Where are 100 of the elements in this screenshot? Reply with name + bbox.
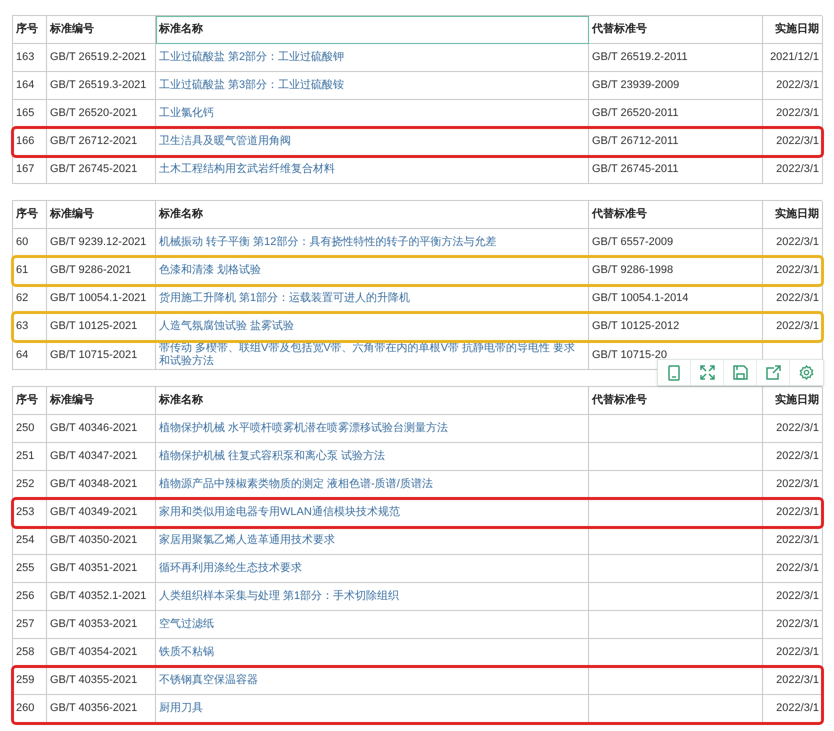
table-cell: GB/T 9239.12-2021 <box>47 229 156 257</box>
table-cell: 2022/3/1 <box>763 156 823 184</box>
table-cell: GB/T 23939-2009 <box>589 72 763 100</box>
header-cell: 标准名称 <box>156 387 589 415</box>
header-cell: 标准编号 <box>47 16 156 44</box>
header-cell: 序号 <box>13 201 47 229</box>
table-cell: 62 <box>13 285 47 313</box>
table-cell: GB/T 9286-2021 <box>47 257 156 285</box>
table-cell: 2022/3/1 <box>763 667 823 695</box>
standard-name-link[interactable]: 卫生洁具及暖气管道用角阀 <box>156 128 589 156</box>
table-cell: 2022/3/1 <box>763 415 823 443</box>
table-cell: GB/T 26519.2-2021 <box>47 44 156 72</box>
table-cell: GB/T 40352.1-2021 <box>47 583 156 611</box>
table-cell: GB/T 10054.1-2021 <box>47 285 156 313</box>
table-cell: GB/T 40351-2021 <box>47 555 156 583</box>
header-cell: 实施日期 <box>763 16 823 44</box>
header-cell: 实施日期 <box>763 387 823 415</box>
header-cell: 代替标准号 <box>589 16 763 44</box>
header-cell: 标准编号 <box>47 201 156 229</box>
table-cell: GB/T 40347-2021 <box>47 443 156 471</box>
table-cell: GB/T 9286-1998 <box>589 257 763 285</box>
table-cell: GB/T 26712-2021 <box>47 128 156 156</box>
table-cell: GB/T 40348-2021 <box>47 471 156 499</box>
table-cell: GB/T 10054.1-2014 <box>589 285 763 313</box>
table-cell: 2022/3/1 <box>763 611 823 639</box>
table-cell: GB/T 26520-2021 <box>47 100 156 128</box>
table-cell: 163 <box>13 44 47 72</box>
table-cell: 2022/3/1 <box>763 443 823 471</box>
standard-name-link[interactable]: 机械振动 转子平衡 第12部分：具有挠性特性的转子的平衡方法与允差 <box>156 229 589 257</box>
header-cell: 序号 <box>13 16 47 44</box>
table-cell: GB/T 26712-2011 <box>589 128 763 156</box>
table-cell: GB/T 10125-2012 <box>589 313 763 341</box>
table-cell: GB/T 40356-2021 <box>47 695 156 723</box>
header-cell: 标准编号 <box>47 387 156 415</box>
table-cell: 2022/3/1 <box>763 695 823 723</box>
table-cell: 2022/3/1 <box>763 583 823 611</box>
table-cell: 2022/3/1 <box>763 128 823 156</box>
header-cell: 序号 <box>13 387 47 415</box>
table-cell: 258 <box>13 639 47 667</box>
table-cell: GB/T 40354-2021 <box>47 639 156 667</box>
table-cell: 2022/3/1 <box>763 285 823 313</box>
table-cell: 2022/3/1 <box>763 313 823 341</box>
table-cell: 253 <box>13 499 47 527</box>
standard-name-link[interactable]: 家用和类似用途电器专用WLAN通信模块技术规范 <box>156 499 589 527</box>
table-cell: 164 <box>13 72 47 100</box>
standard-name-link[interactable]: 家居用聚氯乙烯人造革通用技术要求 <box>156 527 589 555</box>
table-cell: 256 <box>13 583 47 611</box>
standard-name-link[interactable]: 人造气氛腐蚀试验 盐雾试验 <box>156 313 589 341</box>
table-cell: GB/T 40349-2021 <box>47 499 156 527</box>
table-cell: 251 <box>13 443 47 471</box>
standard-name-link[interactable]: 铁质不粘锅 <box>156 639 589 667</box>
table-cell: GB/T 40350-2021 <box>47 527 156 555</box>
header-cell: 代替标准号 <box>589 201 763 229</box>
table-cell: 165 <box>13 100 47 128</box>
standard-name-link[interactable]: 循环再利用涤纶生态技术要求 <box>156 555 589 583</box>
table-cell: 255 <box>13 555 47 583</box>
table-cell: 61 <box>13 257 47 285</box>
table-cell: GB/T 40346-2021 <box>47 415 156 443</box>
standard-name-link[interactable]: 工业过硫酸盐 第3部分：工业过硫酸铵 <box>156 72 589 100</box>
table-cell: GB/T 40353-2021 <box>47 611 156 639</box>
table-cell: 166 <box>13 128 47 156</box>
table-cell: 2022/3/1 <box>763 72 823 100</box>
table-cell: 252 <box>13 471 47 499</box>
standard-name-link[interactable]: 植物保护机械 水平喷杆喷雾机潜在喷雾漂移试验台测量方法 <box>156 415 589 443</box>
table-cell: GB/T 26519.3-2021 <box>47 72 156 100</box>
header-cell: 标准名称 <box>156 201 589 229</box>
standard-name-link[interactable]: 工业过硫酸盐 第2部分：工业过硫酸钾 <box>156 44 589 72</box>
table-cell: GB/T 26520-2011 <box>589 100 763 128</box>
header-cell: 代替标准号 <box>589 387 763 415</box>
table-cell: GB/T 26519.2-2011 <box>589 44 763 72</box>
table-cell: 259 <box>13 667 47 695</box>
table-cell: 167 <box>13 156 47 184</box>
table-cell: GB/T 6557-2009 <box>589 229 763 257</box>
table-cell: 257 <box>13 611 47 639</box>
standard-name-link[interactable]: 人类组织样本采集与处理 第1部分：手术切除组织 <box>156 583 589 611</box>
standard-name-link[interactable]: 不锈钢真空保温容器 <box>156 667 589 695</box>
standard-name-link[interactable]: 工业氯化钙 <box>156 100 589 128</box>
standard-name-link[interactable]: 货用施工升降机 第1部分：运载装置可进人的升降机 <box>156 285 589 313</box>
standard-name-link[interactable]: 厨用刀具 <box>156 695 589 723</box>
standard-name-link[interactable]: 空气过滤纸 <box>156 611 589 639</box>
table-cell: GB/T 26745-2011 <box>589 156 763 184</box>
table-cell: 2022/3/1 <box>763 639 823 667</box>
table-cell: 60 <box>13 229 47 257</box>
table-cell: 260 <box>13 695 47 723</box>
table-cell: 2022/3/1 <box>763 257 823 285</box>
standard-name-link[interactable]: 色漆和清漆 划格试验 <box>156 257 589 285</box>
table-cell: GB/T 10125-2021 <box>47 313 156 341</box>
table-cell: 254 <box>13 527 47 555</box>
standard-name-link[interactable]: 植物保护机械 往复式容积泵和离心泵 试验方法 <box>156 443 589 471</box>
table-cell: GB/T 10715-2021 <box>47 341 156 370</box>
header-cell: 标准名称 <box>156 16 589 44</box>
header-cell: 实施日期 <box>763 201 823 229</box>
table-cell: 2021/12/1 <box>763 44 823 72</box>
table-cell: 2022/3/1 <box>763 100 823 128</box>
table-cell: GB/T 40355-2021 <box>47 667 156 695</box>
table-cell: GB/T 26745-2021 <box>47 156 156 184</box>
table-cell: 2022/3/1 <box>763 555 823 583</box>
standard-name-link[interactable]: 土木工程结构用玄武岩纤维复合材料 <box>156 156 589 184</box>
standard-name-link[interactable]: 植物源产品中辣椒素类物质的测定 液相色谱-质谱/质谱法 <box>156 471 589 499</box>
table-cell: 63 <box>13 313 47 341</box>
